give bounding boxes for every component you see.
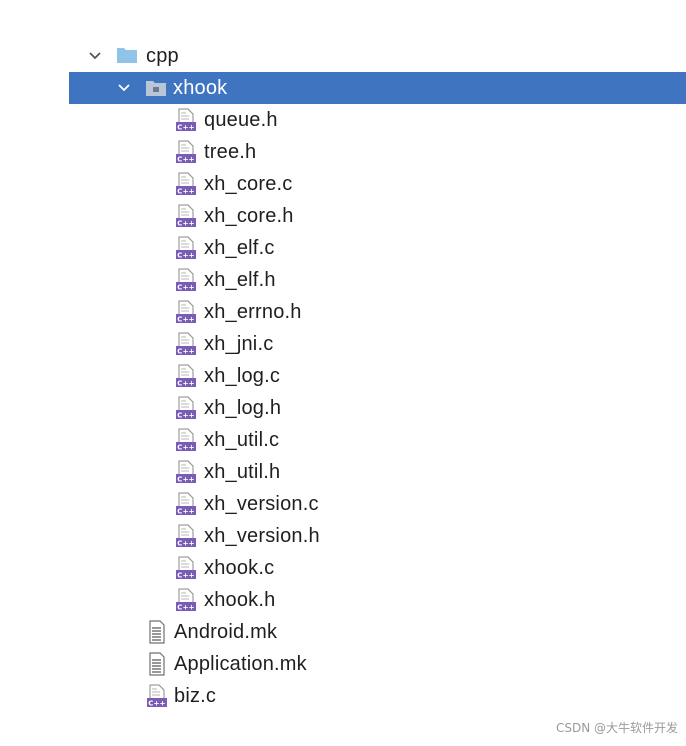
tree-item-file[interactable]: C++ tree.h: [0, 136, 686, 168]
cpp-file-icon: C++: [175, 588, 197, 612]
tree-item-label: xhook: [173, 76, 228, 99]
folder-icon: [145, 78, 167, 102]
tree-item-label: xh_elf.h: [204, 268, 276, 291]
tree-item-file[interactable]: C++ xhook.c: [0, 552, 686, 584]
tree-item-file[interactable]: C++ xh_core.h: [0, 200, 686, 232]
watermark: CSDN @大牛软件开发: [555, 721, 678, 735]
tree-item-file[interactable]: C++ xh_elf.c: [0, 232, 686, 264]
text-file-icon: [148, 620, 170, 644]
svg-text:C++: C++: [148, 700, 165, 708]
svg-text:C++: C++: [177, 380, 194, 388]
tree-item-file[interactable]: C++ xh_version.c: [0, 488, 686, 520]
tree-item-file[interactable]: C++ xh_core.c: [0, 168, 686, 200]
tree-item-file[interactable]: C++ biz.c: [0, 680, 686, 712]
tree-item-file[interactable]: C++ xh_errno.h: [0, 296, 686, 328]
svg-text:C++: C++: [177, 604, 194, 612]
cpp-file-icon: C++: [146, 684, 168, 708]
cpp-file-icon: C++: [175, 108, 197, 132]
tree-item-label: Application.mk: [174, 652, 307, 675]
tree-item-label: xh_core.c: [204, 172, 293, 195]
svg-text:C++: C++: [177, 188, 194, 196]
tree-item-cpp[interactable]: cpp: [0, 40, 686, 72]
tree-item-label: xh_core.h: [204, 204, 294, 227]
svg-text:C++: C++: [177, 476, 194, 484]
tree-item-file[interactable]: Application.mk: [0, 648, 686, 680]
cpp-file-icon: C++: [175, 524, 197, 548]
tree-item-label: xh_elf.c: [204, 236, 275, 259]
svg-text:C++: C++: [177, 252, 194, 260]
tree-item-file[interactable]: C++ xh_elf.h: [0, 264, 686, 296]
cpp-file-icon: C++: [175, 332, 197, 356]
cpp-file-icon: C++: [175, 204, 197, 228]
cpp-file-icon: C++: [175, 236, 197, 260]
tree-item-label: xh_log.h: [204, 396, 282, 419]
cpp-file-icon: C++: [175, 364, 197, 388]
chevron-down-icon[interactable]: [115, 79, 133, 97]
folder-icon: [116, 45, 138, 69]
svg-text:C++: C++: [177, 508, 194, 516]
tree-item-label: xh_version.c: [204, 492, 319, 515]
svg-text:C++: C++: [177, 220, 194, 228]
cpp-file-icon: C++: [175, 172, 197, 196]
tree-item-file[interactable]: C++ xh_jni.c: [0, 328, 686, 360]
tree-item-label: xh_log.c: [204, 364, 281, 387]
tree-item-label: xhook.c: [204, 556, 275, 579]
cpp-file-icon: C++: [175, 140, 197, 164]
tree-item-label: cpp: [146, 44, 179, 67]
cpp-file-icon: C++: [175, 396, 197, 420]
tree-item-label: xh_version.h: [204, 524, 320, 547]
tree-item-file[interactable]: C++ xhook.h: [0, 584, 686, 616]
svg-text:C++: C++: [177, 284, 194, 292]
cpp-file-icon: C++: [175, 300, 197, 324]
cpp-file-icon: C++: [175, 556, 197, 580]
svg-text:C++: C++: [177, 444, 194, 452]
tree-item-label: xh_errno.h: [204, 300, 302, 323]
tree-item-label: queue.h: [204, 108, 278, 131]
tree-item-label: xhook.h: [204, 588, 276, 611]
tree-item-label: xh_util.h: [204, 460, 281, 483]
cpp-file-icon: C++: [175, 428, 197, 452]
tree-item-label: xh_util.c: [204, 428, 280, 451]
tree-item-label: Android.mk: [174, 620, 278, 643]
tree-item-file[interactable]: C++ xh_log.h: [0, 392, 686, 424]
tree-item-file[interactable]: C++ xh_log.c: [0, 360, 686, 392]
svg-text:C++: C++: [177, 540, 194, 548]
tree-item-file[interactable]: C++ queue.h: [0, 104, 686, 136]
svg-text:C++: C++: [177, 156, 194, 164]
svg-text:C++: C++: [177, 572, 194, 580]
text-file-icon: [148, 652, 170, 676]
svg-text:C++: C++: [177, 412, 194, 420]
tree-item-file[interactable]: C++ xh_version.h: [0, 520, 686, 552]
tree-item-label: xh_jni.c: [204, 332, 274, 355]
tree-item-file[interactable]: C++ xh_util.c: [0, 424, 686, 456]
cpp-file-icon: C++: [175, 492, 197, 516]
chevron-down-icon[interactable]: [86, 47, 104, 65]
tree-item-label: tree.h: [204, 140, 257, 163]
tree-item-xhook[interactable]: xhook: [69, 72, 686, 104]
tree-item-label: biz.c: [174, 684, 217, 707]
tree-item-file[interactable]: Android.mk: [0, 616, 686, 648]
svg-text:C++: C++: [177, 316, 194, 324]
svg-text:C++: C++: [177, 124, 194, 132]
svg-text:C++: C++: [177, 348, 194, 356]
tree-item-file[interactable]: C++ xh_util.h: [0, 456, 686, 488]
cpp-file-icon: C++: [175, 268, 197, 292]
cpp-file-icon: C++: [175, 460, 197, 484]
